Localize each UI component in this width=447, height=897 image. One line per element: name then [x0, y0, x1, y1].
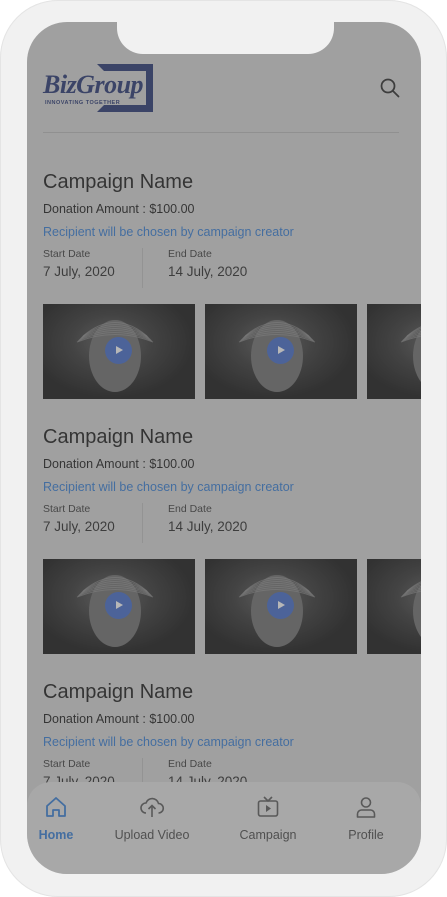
- campaign-card[interactable]: Campaign Name Donation Amount : $100.00 …: [43, 423, 421, 678]
- campaign-title: Campaign Name: [43, 171, 194, 193]
- start-date-label: Start Date: [43, 503, 91, 515]
- tab-profile-label: Profile: [348, 828, 384, 842]
- video-thumbnail[interactable]: [205, 559, 357, 654]
- tv-play-icon: [257, 796, 279, 817]
- end-date-label: End Date: [168, 248, 212, 260]
- video-carousel[interactable]: [43, 304, 421, 399]
- date-separator: [142, 503, 143, 543]
- bizgroup-logo: BizGroup INNOVATING TOGETHER: [43, 64, 153, 114]
- tab-home[interactable]: Home: [27, 794, 101, 842]
- end-date-label: End Date: [168, 758, 212, 770]
- video-thumbnail[interactable]: [367, 304, 421, 399]
- date-separator: [142, 248, 143, 288]
- video-thumbnail[interactable]: [43, 304, 195, 399]
- thumbnail-face-graphic: [400, 581, 421, 637]
- header-divider: [43, 132, 399, 133]
- donation-amount: Donation Amount : $100.00: [43, 712, 195, 726]
- end-date: End Date 14 July, 2020: [168, 501, 247, 537]
- phone-frame: BizGroup INNOVATING TOGETHER Campaign Na…: [0, 0, 447, 897]
- video-carousel[interactable]: [43, 559, 421, 654]
- tab-campaign[interactable]: Campaign: [223, 794, 313, 842]
- video-thumbnail[interactable]: [43, 559, 195, 654]
- cloud-upload-icon: [140, 797, 164, 817]
- donation-amount: Donation Amount : $100.00: [43, 202, 195, 216]
- user-icon: [356, 797, 376, 818]
- tab-upload-video-label: Upload Video: [114, 828, 190, 842]
- recipient-note[interactable]: Recipient will be chosen by campaign cre…: [43, 477, 421, 497]
- app-screen: BizGroup INNOVATING TOGETHER Campaign Na…: [27, 22, 421, 874]
- play-icon[interactable]: [105, 337, 132, 364]
- bottom-tab-bar: Home Upload Video Campaign Profile: [27, 782, 421, 874]
- tab-home-label: Home: [38, 828, 74, 842]
- recipient-note[interactable]: Recipient will be chosen by campaign cre…: [43, 732, 421, 752]
- device-notch: [117, 22, 334, 54]
- home-icon: [46, 797, 66, 817]
- campaign-card[interactable]: Campaign Name Donation Amount : $100.00 …: [43, 168, 421, 423]
- recipient-note[interactable]: Recipient will be chosen by campaign cre…: [43, 222, 421, 242]
- end-date: End Date 14 July, 2020: [168, 246, 247, 282]
- end-date-value: 14 July, 2020: [168, 264, 248, 279]
- campaign-dates: Start Date 7 July, 2020 End Date 14 July…: [43, 246, 421, 292]
- play-icon[interactable]: [267, 592, 294, 619]
- donation-amount: Donation Amount : $100.00: [43, 457, 195, 471]
- video-thumbnail[interactable]: [367, 559, 421, 654]
- start-date: Start Date 7 July, 2020: [43, 501, 115, 537]
- end-date-value: 14 July, 2020: [168, 519, 248, 534]
- campaign-feed: Campaign Name Donation Amount : $100.00 …: [43, 168, 421, 874]
- campaign-title: Campaign Name: [43, 426, 194, 448]
- tab-profile[interactable]: Profile: [321, 794, 411, 842]
- tab-campaign-label: Campaign: [239, 828, 297, 842]
- logo-wordmark: BizGroup: [43, 70, 144, 99]
- play-icon[interactable]: [105, 592, 132, 619]
- campaign-title: Campaign Name: [43, 681, 194, 703]
- play-icon[interactable]: [267, 337, 294, 364]
- search-icon[interactable]: [379, 77, 401, 99]
- start-date-label: Start Date: [43, 248, 91, 260]
- start-date: Start Date 7 July, 2020: [43, 246, 115, 282]
- start-date-label: Start Date: [43, 758, 91, 770]
- thumbnail-face-graphic: [400, 326, 421, 382]
- start-date-value: 7 July, 2020: [43, 519, 115, 534]
- campaign-dates: Start Date 7 July, 2020 End Date 14 July…: [43, 501, 421, 547]
- tab-upload-video[interactable]: Upload Video: [107, 794, 197, 842]
- start-date-value: 7 July, 2020: [43, 264, 115, 279]
- video-thumbnail[interactable]: [205, 304, 357, 399]
- logo-tagline: INNOVATING TOGETHER: [45, 100, 121, 106]
- end-date-label: End Date: [168, 503, 212, 515]
